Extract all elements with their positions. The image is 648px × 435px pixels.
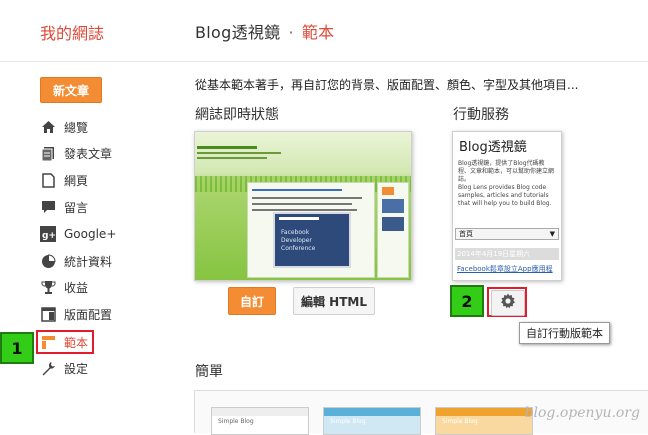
preview-fb-subtitle: Developer Conference (281, 237, 316, 252)
trophy-icon (40, 279, 56, 295)
simple-thumb-label: Simple Blog (218, 418, 254, 425)
sidebar-item-settings[interactable]: 設定 (40, 357, 88, 379)
sidebar-item-layout[interactable]: 版面配置 (40, 303, 112, 325)
sidebar-item-label: 設定 (64, 361, 89, 376)
preview-fb-title: Facebook (281, 229, 310, 236)
mobile-preview-select-value: 首頁 (459, 230, 473, 238)
pages-icon (40, 172, 56, 188)
watermark-text: blog.openyu.org (524, 405, 640, 421)
posts-icon (40, 145, 56, 161)
mobile-preview-desc-en: Blog Lens provides Blog code samples, ar… (458, 184, 552, 207)
mobile-preview-title: Blog透視鏡 (459, 140, 527, 155)
layout-icon (40, 306, 56, 322)
sidebar-item-label: 統計資料 (64, 254, 113, 269)
sidebar-item-stats[interactable]: 統計資料 (40, 250, 112, 272)
breadcrumb-separator: · (288, 23, 294, 42)
page-title: Blog透視鏡 · 範本 (195, 19, 334, 43)
sidebar-item-label: 收益 (64, 280, 89, 295)
mobile-template-preview[interactable]: Blog透視鏡 Blog透視鏡，提供了Blog代碼教程、文章和範本，可以幫助你建… (452, 131, 562, 281)
live-section-title: 網誌即時狀態 (195, 107, 279, 123)
sidebar-item-earnings[interactable]: 收益 (40, 276, 88, 298)
simple-thumb-label: Simple Blog (330, 418, 366, 425)
preview-sidebar-column (377, 182, 409, 278)
simple-template-thumb[interactable]: Simple Blog (323, 407, 421, 435)
mobile-preview-date: 2014年4月19日星期六 (455, 248, 559, 260)
preview-header (197, 140, 285, 162)
step-badge-2: 2 (450, 285, 484, 317)
stats-pie-icon (40, 253, 56, 269)
sidebar-item-pages[interactable]: 網頁 (40, 169, 88, 191)
preview-facebook-banner: Facebook Developer Conference (273, 212, 351, 268)
simple-thumb-label: Simple Blog (442, 418, 478, 425)
breadcrumb-section: 範本 (301, 23, 335, 42)
sidebar-item-label: 版面配置 (64, 307, 113, 322)
simple-template-thumb[interactable]: Simple Blog (211, 407, 309, 435)
caret-down-icon: ▼ (549, 230, 555, 238)
svg-text:g+: g+ (42, 231, 56, 241)
sidebar-item-label: 發表文章 (64, 146, 113, 161)
template-highlight-frame (36, 330, 94, 354)
edit-html-button[interactable]: 編輯 HTML (293, 287, 375, 315)
step-badge-1: 1 (0, 332, 34, 364)
desktop-template-preview[interactable]: Facebook Developer Conference (194, 131, 412, 281)
sidebar-item-posts[interactable]: 發表文章 (40, 142, 112, 164)
new-post-button[interactable]: 新文章 (40, 77, 102, 103)
sidebar-item-label: 總覽 (64, 120, 89, 135)
sidebar-item-label: 網頁 (64, 173, 89, 188)
gear-icon (500, 293, 516, 313)
simple-section-title: 簡單 (195, 364, 223, 380)
wrench-icon (40, 360, 56, 376)
mobile-preview-post-link: Facebook鬆章設立App應用程 (457, 265, 553, 273)
intro-text: 從基本範本著手，再自訂您的背景、版面配置、顏色、字型及其他項目... (195, 78, 579, 92)
google-plus-icon: g+ (40, 226, 56, 242)
blog-name[interactable]: Blog透視鏡 (195, 23, 280, 42)
customize-button[interactable]: 自訂 (228, 287, 276, 315)
mobile-settings-button[interactable] (491, 290, 525, 316)
home-icon (40, 119, 56, 135)
sidebar-item-label: Google+ (64, 227, 117, 241)
mobile-preview-desc-zh: Blog透視鏡，提供了Blog代碼教程、文章和範本，可以幫助你建立網誌。 (458, 160, 555, 183)
sidebar-item-overview[interactable]: 總覽 (40, 116, 88, 138)
mobile-preview-description: Blog透視鏡，提供了Blog代碼教程、文章和範本，可以幫助你建立網誌。 Blo… (458, 160, 556, 208)
header-divider (0, 61, 648, 62)
sidebar-item-comments[interactable]: 留言 (40, 196, 88, 218)
mobile-preview-select: 首頁 ▼ (455, 228, 559, 240)
sidebar-item-google-plus[interactable]: g+ Google+ (40, 223, 116, 245)
simple-template-thumb[interactable]: Simple Blog (435, 407, 533, 435)
brand-title[interactable]: 我的網誌 (40, 20, 104, 44)
comment-icon (40, 199, 56, 215)
gear-tooltip: 自訂行動版範本 (519, 322, 610, 344)
mobile-section-title: 行動服務 (453, 107, 509, 123)
sidebar-item-label: 留言 (64, 200, 89, 215)
